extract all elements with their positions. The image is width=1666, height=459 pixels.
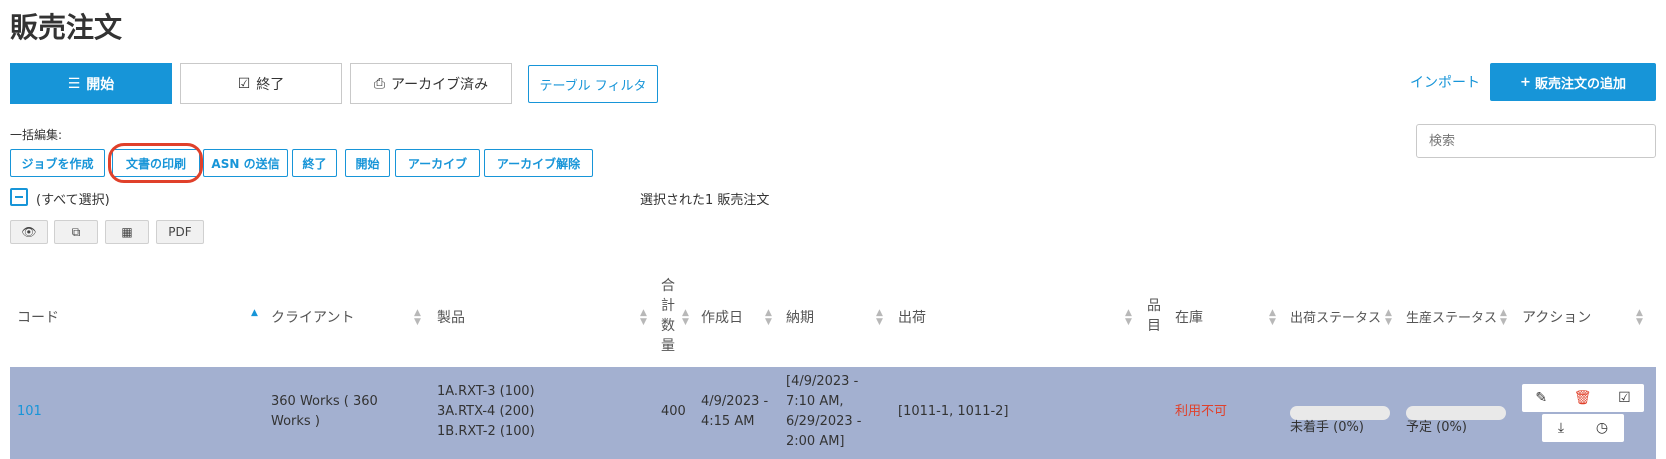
- sort-icon[interactable]: ▲ ▼: [414, 309, 421, 327]
- trash-icon[interactable]: 🗑: [1574, 390, 1592, 406]
- bulk-unarchive-button[interactable]: アーカイブ解除: [484, 149, 593, 177]
- sort-icon[interactable]: ▲ ▼: [682, 309, 689, 327]
- sort-icon[interactable]: ▲ ▼: [1125, 309, 1132, 327]
- select-all-label: (すべて選択): [36, 193, 110, 208]
- ship-status-cell: 未着手 (0%): [1290, 420, 1364, 435]
- column-header-due[interactable]: 納期: [786, 307, 814, 327]
- created-cell: 4/9/2023 - 4:15 AM: [701, 394, 769, 429]
- column-header-actions: アクション: [1522, 310, 1592, 326]
- sort-icon[interactable]: ▲ ▼: [1385, 309, 1392, 327]
- column-header-ship-status[interactable]: 出荷ステータス: [1290, 307, 1381, 326]
- column-header-products[interactable]: 製品: [437, 307, 465, 327]
- sort-asc-icon[interactable]: ▲: [251, 309, 258, 318]
- row-actions-top: ✎ 🗑 ☑: [1522, 384, 1644, 412]
- column-header-code[interactable]: コード: [17, 307, 59, 327]
- tab-archived[interactable]: ⎙ アーカイブ済み: [350, 63, 512, 104]
- bulk-archive-button[interactable]: アーカイブ: [395, 149, 480, 177]
- check-square-icon[interactable]: ☑: [1618, 390, 1631, 406]
- copy-icon: ⧉: [71, 224, 81, 239]
- view-button[interactable]: 👁: [10, 220, 48, 244]
- page-title: 販売注文: [10, 11, 123, 44]
- download-icon[interactable]: ⤓: [1558, 420, 1564, 436]
- tab-closed-label: 終了: [256, 76, 285, 93]
- tab-open-label: 開始: [86, 76, 115, 93]
- sort-icon[interactable]: ▲ ▼: [1636, 309, 1643, 327]
- add-sales-order-label: 販売注文の追加: [1534, 76, 1626, 92]
- column-header-shipments[interactable]: 出荷: [898, 307, 926, 327]
- create-job-button[interactable]: ジョブを作成: [10, 149, 105, 177]
- column-header-client[interactable]: クライアント: [271, 307, 354, 327]
- tab-closed[interactable]: ☑ 終了: [180, 63, 342, 104]
- bulk-edit-label: 一括編集:: [10, 128, 63, 142]
- bulk-open-button[interactable]: 開始: [345, 149, 390, 177]
- clock-icon[interactable]: ◷: [1596, 420, 1608, 436]
- add-sales-order-button[interactable]: + 販売注文の追加: [1490, 63, 1656, 101]
- selected-count: 選択された1 販売注文: [640, 193, 770, 208]
- column-header-total-qty[interactable]: 合 計 数 量: [661, 276, 677, 356]
- copy-button[interactable]: ⧉: [54, 220, 98, 244]
- tab-archived-label: アーカイブ済み: [391, 76, 489, 93]
- shipments-cell: [1011-1, 1011-2]: [898, 404, 1009, 419]
- total-qty-cell: 400: [661, 404, 686, 419]
- send-asn-button[interactable]: ASN の送信: [203, 149, 288, 177]
- bulk-close-button[interactable]: 終了: [292, 149, 337, 177]
- order-code-link[interactable]: 101: [17, 402, 42, 422]
- sort-icon[interactable]: ▲ ▼: [1500, 309, 1507, 327]
- column-header-stock[interactable]: 在庫: [1175, 307, 1203, 327]
- due-cell: [4/9/2023 - 7:10 AM, 6/29/2023 - 2:00 AM…: [786, 374, 862, 449]
- table-view-button[interactable]: ▦: [105, 220, 149, 244]
- inbox-icon: ⎙: [373, 75, 386, 92]
- import-link[interactable]: インポート: [1410, 72, 1480, 92]
- products-cell: 1A.RXT-3 (100) 3A.RTX-4 (200) 1B.RXT-2 (…: [437, 384, 535, 439]
- check-square-icon: ☑: [237, 75, 251, 92]
- sort-icon[interactable]: ▲ ▼: [640, 309, 647, 327]
- highlight-circle: [108, 143, 203, 183]
- row-actions-bottom: ⤓ ◷: [1542, 414, 1624, 442]
- sort-icon[interactable]: ▲ ▼: [1269, 309, 1276, 327]
- column-header-prod-status[interactable]: 生産ステータス: [1406, 307, 1497, 326]
- prod-status-cell: 予定 (0%): [1406, 420, 1467, 435]
- search-input[interactable]: [1416, 124, 1656, 158]
- plus-icon: +: [1520, 74, 1531, 90]
- list-icon: ☰: [67, 75, 81, 92]
- sort-icon[interactable]: ▲ ▼: [876, 309, 883, 327]
- stock-cell: 利用不可: [1175, 404, 1228, 419]
- tab-open[interactable]: ☰ 開始: [10, 63, 172, 104]
- select-all-checkbox[interactable]: [10, 188, 28, 206]
- eye-icon: 👁: [21, 225, 37, 239]
- edit-icon[interactable]: ✎: [1535, 390, 1547, 406]
- client-cell: 360 Works ( 360 Works ): [271, 394, 378, 429]
- column-header-created[interactable]: 作成日: [701, 307, 743, 327]
- table-icon: ▦: [121, 225, 133, 239]
- pdf-button[interactable]: PDF: [156, 220, 204, 244]
- sort-icon[interactable]: ▲ ▼: [765, 309, 772, 327]
- table-filter-button[interactable]: テーブル フィルタ: [528, 65, 658, 103]
- column-header-items[interactable]: 品 目: [1147, 296, 1163, 336]
